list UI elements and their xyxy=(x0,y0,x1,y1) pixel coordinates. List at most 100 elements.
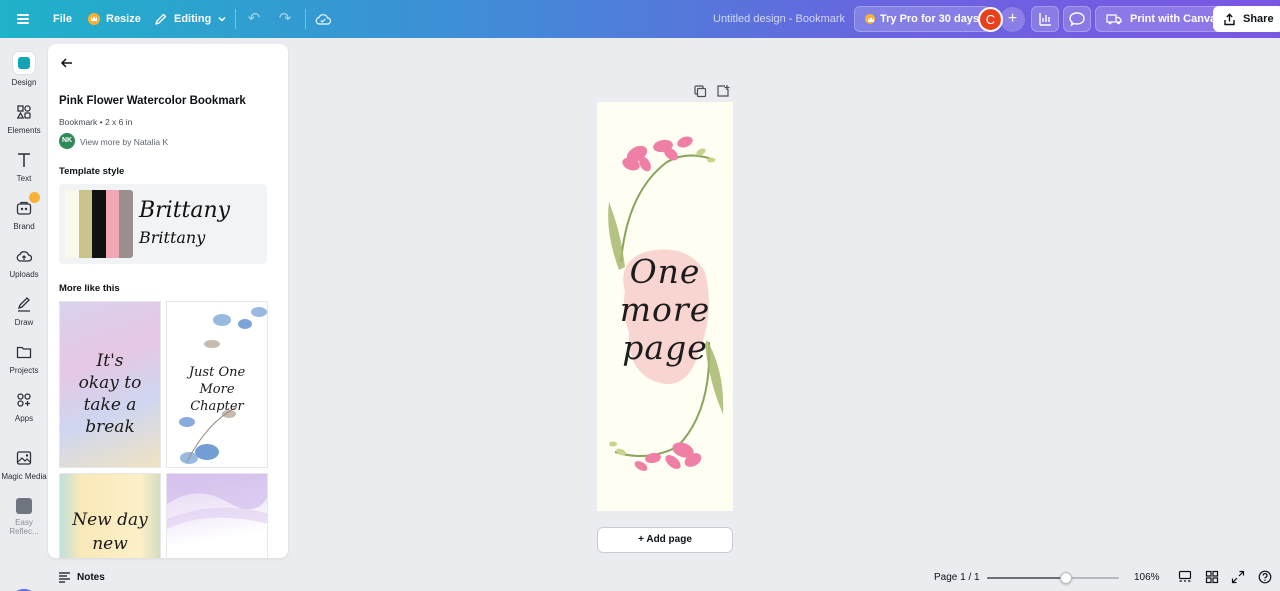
rail-item-elements[interactable]: Elements xyxy=(0,102,48,135)
rail-item-label: Design xyxy=(11,78,37,87)
editing-mode-button[interactable]: Editing xyxy=(146,5,235,33)
template-thumbnail[interactable]: It's okay to take a break xyxy=(59,301,161,468)
rail-item-apps[interactable]: Apps xyxy=(0,390,48,423)
font-sample-heading: Brittany xyxy=(139,198,231,223)
view-more-link[interactable]: View more by Natalia K xyxy=(80,137,168,147)
bookmark-text-line: One xyxy=(629,252,701,291)
help-icon[interactable] xyxy=(1258,570,1272,584)
rail-item-draw[interactable]: Draw xyxy=(0,294,48,327)
resize-button[interactable]: Resize xyxy=(80,5,149,33)
font-sample-body: Brittany xyxy=(139,228,206,247)
rail-item-label: Uploads xyxy=(9,270,39,279)
color-palette xyxy=(65,190,133,258)
try-pro-label: Try Pro for 30 days xyxy=(880,13,980,25)
swatch xyxy=(78,190,93,258)
notes-button[interactable]: Notes xyxy=(58,571,105,583)
share-button[interactable]: Share xyxy=(1213,6,1280,32)
print-with-canva-button[interactable]: Print with Canva xyxy=(1095,6,1228,32)
rail-item-magic-media[interactable]: Magic Media xyxy=(0,448,48,481)
rail-item-label: Brand xyxy=(13,222,35,231)
bar-chart-icon xyxy=(1039,13,1051,26)
lavender-watercolor-decoration xyxy=(167,474,267,529)
document-title[interactable]: Untitled design - Bookmark xyxy=(713,13,845,25)
rail-item-label: Easy Reflec... xyxy=(9,518,39,536)
crown-icon xyxy=(29,192,40,203)
cloud-save-icon[interactable] xyxy=(313,9,333,29)
undo-icon[interactable]: ↶ xyxy=(244,9,264,29)
magic-media-icon xyxy=(14,448,34,468)
rail-item-easy-reflections[interactable]: Easy Reflec... xyxy=(0,496,48,536)
print-label: Print with Canva xyxy=(1130,13,1217,25)
template-thumbnail[interactable] xyxy=(166,473,268,558)
rail-item-projects[interactable]: Projects xyxy=(0,342,48,375)
bookmark-text-line: more xyxy=(619,290,711,329)
share-icon xyxy=(1224,12,1235,25)
redo-icon[interactable]: ↷ xyxy=(275,9,295,29)
crown-icon xyxy=(865,14,875,24)
template-style-card[interactable]: Brittany Brittany xyxy=(59,184,267,264)
insights-button[interactable] xyxy=(1031,6,1059,32)
rail-item-brand[interactable]: Brand xyxy=(0,192,48,231)
rail-item-label: Draw xyxy=(14,318,34,327)
bookmark-design-page[interactable]: One more page xyxy=(597,102,733,511)
folder-icon xyxy=(14,342,34,362)
pages-view-icon[interactable] xyxy=(1178,570,1192,584)
rail-item-label: Apps xyxy=(14,414,34,423)
easy-reflections-app-icon xyxy=(16,498,32,514)
rail-item-label: Elements xyxy=(7,126,41,135)
grid-view-icon[interactable] xyxy=(1205,570,1219,584)
brand-icon xyxy=(14,192,40,218)
thumbnail-text: It's okay to take a break xyxy=(78,351,142,437)
add-page-button[interactable]: + Add page xyxy=(597,527,733,553)
thumbnail-text: Just One More Chapter xyxy=(188,365,246,414)
comment-button[interactable] xyxy=(1063,6,1091,32)
share-label: Share xyxy=(1243,13,1274,25)
add-page-icon[interactable] xyxy=(716,84,730,98)
zoom-level[interactable]: 106% xyxy=(1134,572,1160,583)
template-thumbnail[interactable]: Just One More Chapter xyxy=(166,301,268,468)
file-label: File xyxy=(53,13,72,25)
toolbar-divider xyxy=(235,9,236,29)
page-indicator[interactable]: Page 1 / 1 xyxy=(934,572,980,583)
rail-item-label: Projects xyxy=(9,366,39,375)
invite-plus-icon[interactable]: + xyxy=(1000,7,1025,32)
swatch xyxy=(105,190,120,258)
author-avatar[interactable]: NK xyxy=(59,133,75,149)
editing-label: Editing xyxy=(174,13,212,25)
resize-label: Resize xyxy=(106,13,141,25)
pencil-icon xyxy=(155,13,167,25)
bookmark-text-line: page xyxy=(622,328,708,367)
draw-pen-icon xyxy=(14,294,34,314)
zoom-slider-fill xyxy=(987,577,1067,579)
truck-icon xyxy=(1106,14,1122,25)
notes-icon xyxy=(59,572,70,583)
rail-item-label: Text xyxy=(16,174,32,183)
design-icon xyxy=(13,52,35,74)
toolbar-divider xyxy=(305,9,306,29)
zoom-slider-handle[interactable] xyxy=(1060,572,1073,584)
template-details-panel: Pink Flower Watercolor Bookmark Bookmark… xyxy=(48,44,288,558)
template-subtitle: Bookmark • 2 x 6 in xyxy=(59,117,133,127)
fullscreen-icon[interactable] xyxy=(1231,570,1245,584)
rail-item-text[interactable]: Text xyxy=(0,150,48,183)
template-title: Pink Flower Watercolor Bookmark xyxy=(59,95,246,107)
left-rail: Design Elements Text Brand Uploads Draw xyxy=(0,38,48,591)
file-menu-button[interactable]: File xyxy=(45,5,80,33)
duplicate-page-icon[interactable] xyxy=(693,84,707,98)
menu-icon[interactable] xyxy=(14,9,34,29)
rail-item-uploads[interactable]: Uploads xyxy=(0,246,48,279)
swatch xyxy=(119,190,133,258)
top-bar: File Resize Editing ↶ ↷ Untitled design … xyxy=(0,0,1280,38)
rail-item-design[interactable]: Design xyxy=(0,52,48,87)
elements-icon xyxy=(14,102,34,122)
zoom-slider[interactable] xyxy=(987,572,1119,584)
notes-label: Notes xyxy=(77,571,105,583)
back-arrow-icon[interactable] xyxy=(58,54,76,72)
rail-item-label: Magic Media xyxy=(1,472,47,481)
try-pro-button[interactable]: Try Pro for 30 days xyxy=(854,6,991,32)
template-thumbnail[interactable]: New day new xyxy=(59,473,161,558)
swatch xyxy=(65,190,79,258)
apps-grid-icon xyxy=(14,390,34,410)
text-icon xyxy=(14,150,34,170)
more-like-this-heading: More like this xyxy=(59,283,120,294)
